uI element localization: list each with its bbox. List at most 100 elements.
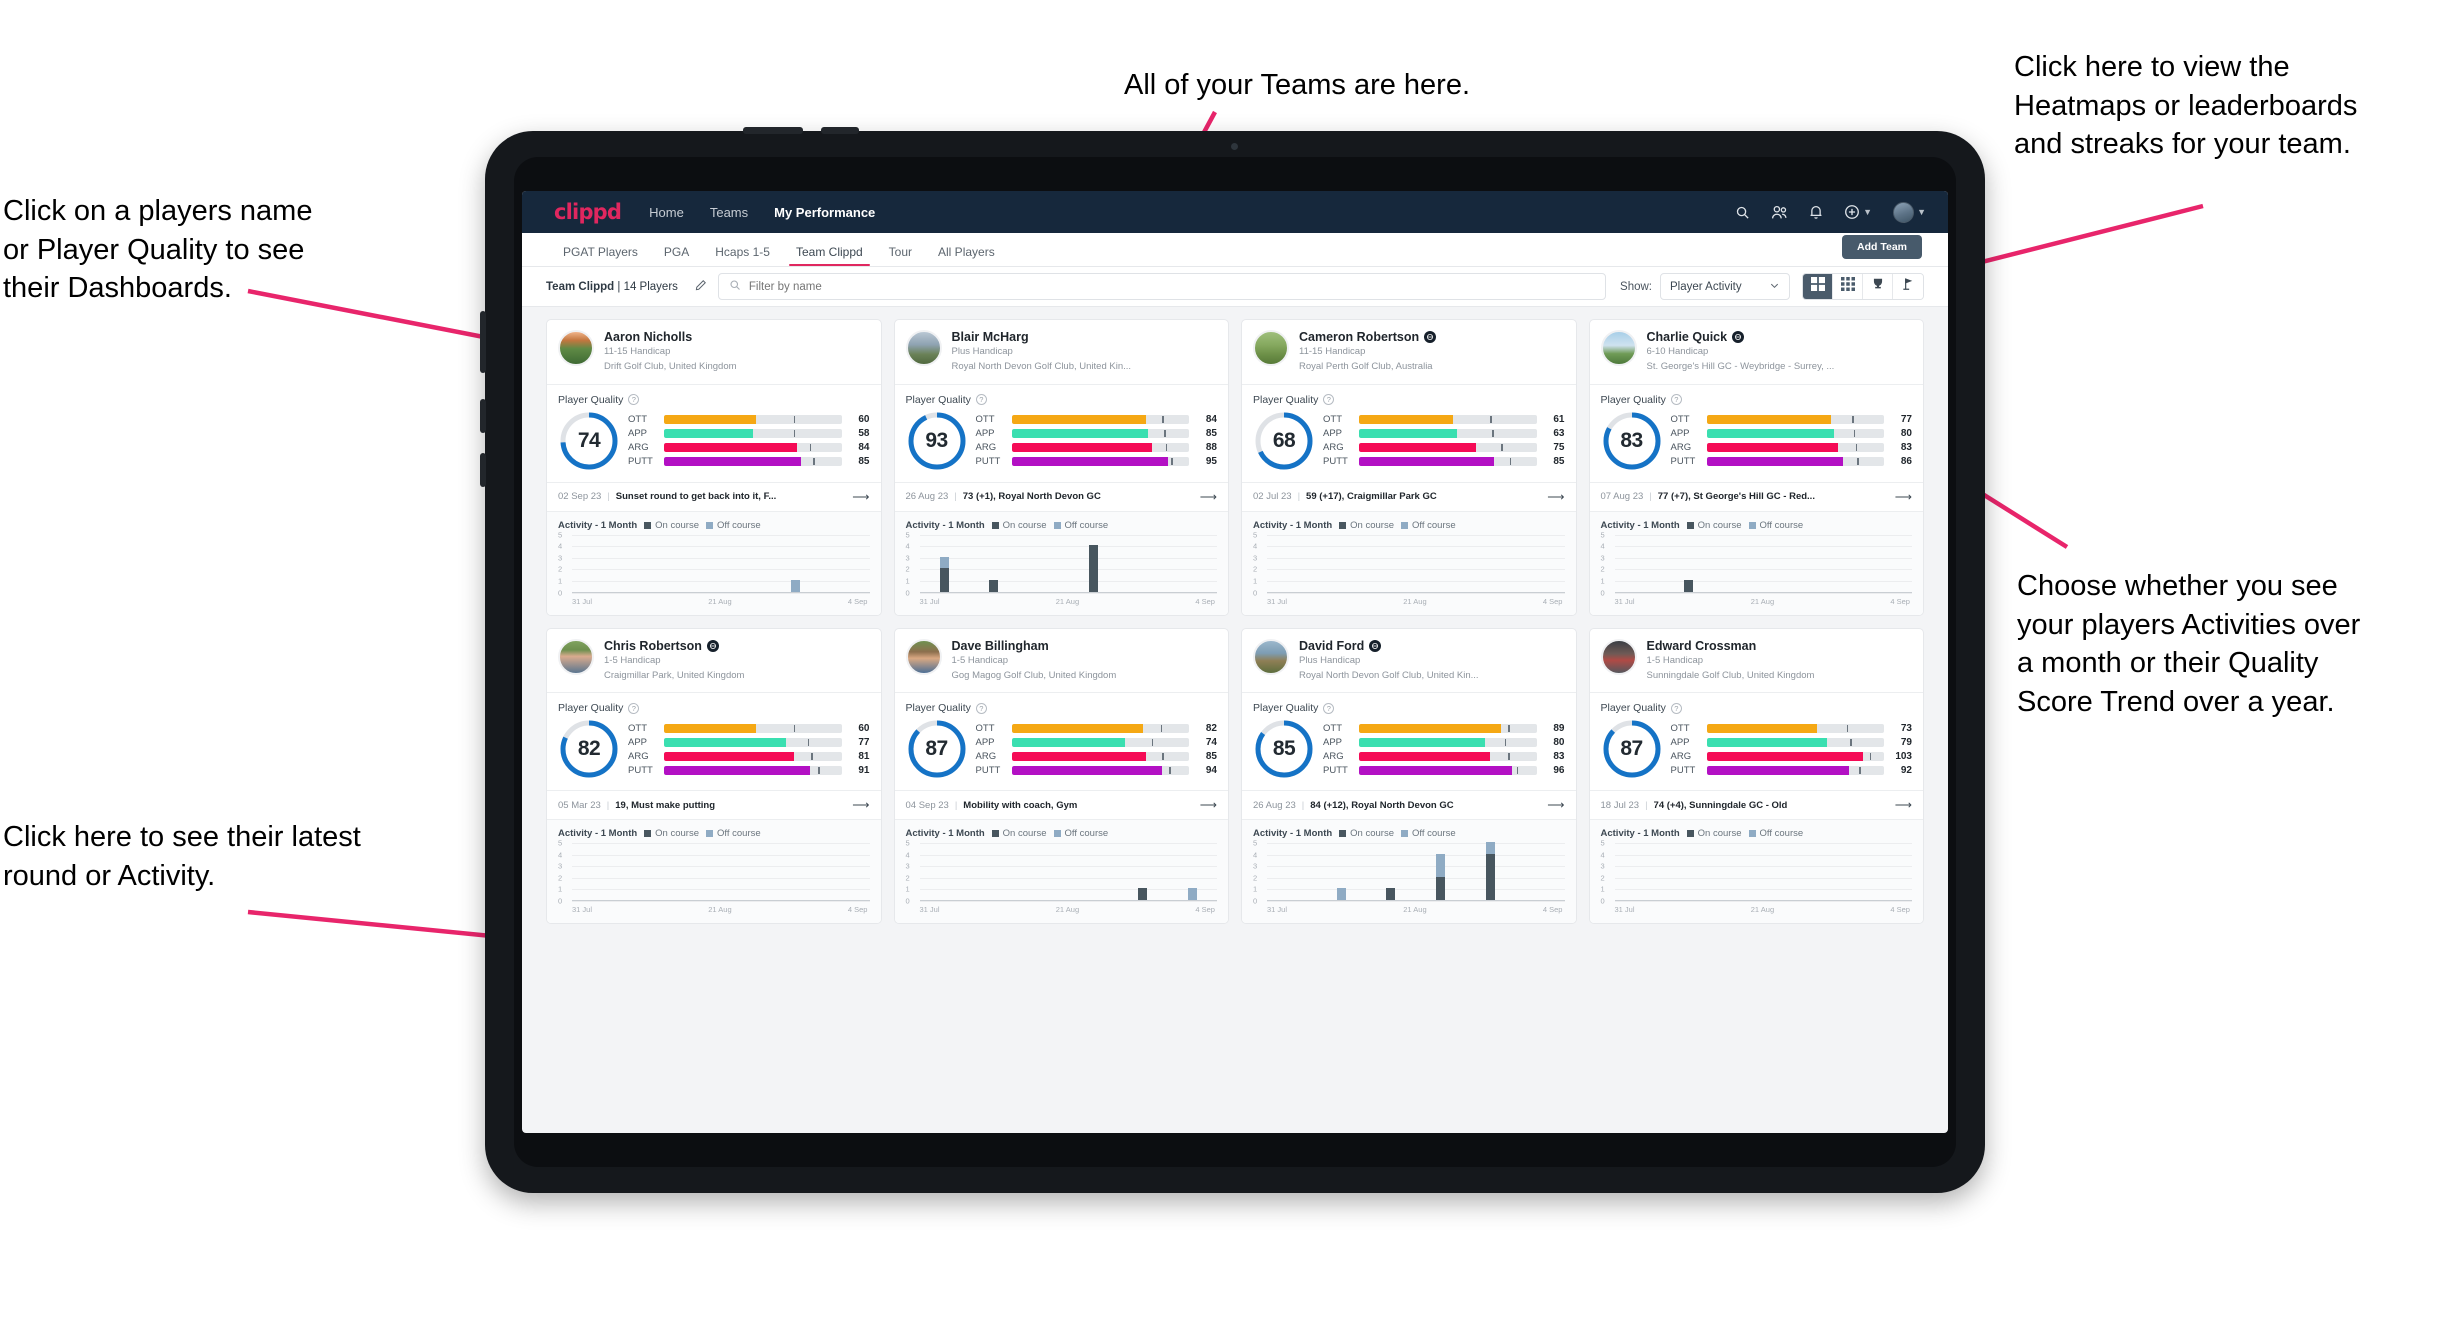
metric-bar-fill xyxy=(1706,457,1844,466)
metric-bar-track xyxy=(664,429,842,438)
activity-bar-slot xyxy=(622,535,672,592)
view-flag-button[interactable] xyxy=(1893,274,1923,299)
people-icon[interactable] xyxy=(1771,205,1788,220)
help-icon[interactable]: ? xyxy=(628,702,640,714)
arrow-right-icon[interactable]: ⟶ xyxy=(852,490,869,504)
device-button-left-1 xyxy=(480,311,486,373)
player-card[interactable]: Charlie Quick 6-10 Handicap St. George's H… xyxy=(1588,319,1924,616)
edit-team-button[interactable] xyxy=(688,274,714,300)
latest-round-row[interactable]: 07 Aug 23 | 77 (+7), St George's Hill GC -… xyxy=(1589,481,1923,511)
clippd-logo[interactable]: clippd xyxy=(554,200,622,224)
latest-round-row[interactable]: 02 Sep 23 | Sunset round to get back into … xyxy=(547,481,881,511)
arrow-right-icon[interactable]: ⟶ xyxy=(1895,490,1912,504)
gridline xyxy=(1267,592,1565,594)
tab-all-players[interactable]: All Players xyxy=(925,245,1008,266)
plus-circle-icon[interactable]: ▼ xyxy=(1844,204,1872,220)
view-grid-large-button[interactable] xyxy=(1803,274,1833,299)
nav-link-my-performance[interactable]: My Performance xyxy=(774,205,875,220)
arrow-right-icon[interactable]: ⟶ xyxy=(1895,798,1912,812)
player-card[interactable]: Chris Robertson 1-5 Handicap Craigmillar P… xyxy=(546,627,882,924)
activity-bars-area xyxy=(920,843,1218,900)
player-card[interactable]: David Ford Plus Handicap Royal North Devon… xyxy=(1241,627,1577,924)
player-quality-section[interactable]: Player Quality? 87 OTT 73 APP 79 ARG 103 PUTT 92 xyxy=(1589,692,1923,790)
search-icon[interactable] xyxy=(1735,205,1750,220)
help-icon[interactable]: ? xyxy=(975,394,987,405)
player-card[interactable]: Blair McHarg Plus Handicap Royal North Dev… xyxy=(893,319,1229,616)
player-name[interactable]: Chris Robertson xyxy=(604,639,744,653)
search-field[interactable] xyxy=(717,273,1607,300)
player-quality-section[interactable]: Player Quality? 82 OTT 60 APP 77 ARG 81 PUTT 91 xyxy=(547,692,881,790)
latest-round-text: Mobility with coach, Gym xyxy=(963,799,1078,811)
metric-bar-fill xyxy=(1706,723,1817,733)
x-axis-tick-label: 4 Sep xyxy=(1195,905,1215,914)
help-icon[interactable]: ? xyxy=(975,702,987,714)
legend-swatch-off-course-icon xyxy=(1053,521,1061,529)
player-name[interactable]: Aaron Nicholls xyxy=(604,330,737,344)
latest-round-date: 02 Jul 23 xyxy=(1253,491,1292,502)
tab-pga[interactable]: PGA xyxy=(651,245,702,266)
metric-bar-row: OTT 89 xyxy=(1323,723,1565,734)
legend-off-course-label: Off course xyxy=(717,828,761,839)
player-card[interactable]: Dave Billingham 1-5 Handicap Gog Magog Gol… xyxy=(893,627,1229,924)
activity-bars-area xyxy=(1267,842,1565,900)
player-name[interactable]: Blair McHarg xyxy=(952,330,1132,344)
player-name[interactable]: Dave Billingham xyxy=(952,639,1117,653)
activity-bar-slot xyxy=(1317,843,1367,900)
avatar[interactable]: ▼ xyxy=(1893,201,1926,223)
metric-bar-benchmark-tick xyxy=(1165,444,1168,451)
help-icon[interactable]: ? xyxy=(628,394,640,405)
player-name[interactable]: David Ford xyxy=(1299,639,1479,653)
player-handicap: 6-10 Handicap xyxy=(1646,346,1709,357)
player-card[interactable]: Cameron Robertson 11-15 Handicap Royal Per… xyxy=(1241,319,1577,616)
metric-bar-row: PUTT 95 xyxy=(976,456,1218,467)
show-select[interactable]: Player Activity xyxy=(1660,273,1790,300)
player-name[interactable]: Charlie Quick xyxy=(1647,330,1835,344)
latest-round-row[interactable]: 26 Aug 23 | 73 (+1), Royal North Devon GC ⟶ xyxy=(894,481,1228,511)
player-card[interactable]: Aaron Nicholls 11-15 Handicap Drift Golf C… xyxy=(546,319,882,616)
player-name[interactable]: Edward Crossman xyxy=(1647,639,1815,653)
search-input[interactable] xyxy=(748,280,1596,293)
gridline xyxy=(1614,592,1912,594)
nav-link-home[interactable]: Home xyxy=(649,205,684,220)
arrow-right-icon[interactable]: ⟶ xyxy=(1547,490,1564,504)
player-quality-section[interactable]: Player Quality? 85 OTT 89 APP 80 ARG 83 PUTT 96 xyxy=(1242,692,1576,790)
latest-round-row[interactable]: 05 Mar 23 | 19, Must make putting ⟶ xyxy=(547,790,881,819)
activity-bar-slot xyxy=(1664,843,1714,900)
chevron-down-icon-profile[interactable]: ▼ xyxy=(1917,207,1926,217)
view-trophy-button[interactable] xyxy=(1863,274,1893,299)
latest-round-row[interactable]: 04 Sep 23 | Mobility with coach, Gym ⟶ xyxy=(894,790,1228,819)
view-grid-small-button[interactable] xyxy=(1833,274,1863,299)
x-axis-tick-label: 31 Jul xyxy=(1614,596,1635,606)
player-quality-section[interactable]: Player Quality? 74 OTT 60 APP 58 ARG 84 PUTT 85 xyxy=(547,383,881,482)
player-quality-section[interactable]: Player Quality? 68 OTT 61 APP 63 ARG 75 PUTT 85 xyxy=(1242,383,1576,482)
help-icon[interactable]: ? xyxy=(1670,702,1682,714)
metric-bar-track xyxy=(1359,723,1537,733)
bell-icon[interactable] xyxy=(1809,204,1823,220)
tab-hcaps-1-5[interactable]: Hcaps 1-5 xyxy=(702,245,783,266)
help-icon[interactable]: ? xyxy=(1670,394,1682,405)
tab-team-clippd[interactable]: Team Clippd xyxy=(783,245,876,266)
tab-pgat-players[interactable]: PGAT Players xyxy=(550,245,651,266)
player-name[interactable]: Cameron Robertson xyxy=(1299,330,1437,344)
latest-round-row[interactable]: 26 Aug 23 | 84 (+12), Royal North Devon GC… xyxy=(1242,790,1576,819)
help-icon[interactable]: ? xyxy=(1323,702,1335,714)
metric-bar-row: ARG 85 xyxy=(976,751,1218,762)
add-team-button[interactable]: Add Team xyxy=(1842,235,1922,259)
arrow-right-icon[interactable]: ⟶ xyxy=(852,798,869,812)
arrow-right-icon[interactable]: ⟶ xyxy=(1547,798,1564,812)
tab-tour[interactable]: Tour xyxy=(876,245,925,266)
arrow-right-icon[interactable]: ⟶ xyxy=(1200,490,1217,504)
metric-bar-row: APP 58 xyxy=(628,428,870,439)
player-quality-section[interactable]: Player Quality? 87 OTT 82 APP 74 ARG 85 PUTT 94 xyxy=(894,692,1228,790)
latest-round-row[interactable]: 02 Jul 23 | 59 (+17), Craigmillar Park GC ⟶ xyxy=(1242,481,1576,511)
chevron-down-icon-add[interactable]: ▼ xyxy=(1863,207,1872,217)
arrow-right-icon[interactable]: ⟶ xyxy=(1200,798,1217,812)
legend-off-course-label: Off course xyxy=(1759,828,1804,839)
latest-round-row[interactable]: 18 Jul 23 | 74 (+4), Sunningdale GC - Old ⟶ xyxy=(1589,790,1923,819)
player-card[interactable]: Edward Crossman 1-5 Handicap Sunningdale G… xyxy=(1588,627,1924,924)
player-quality-section[interactable]: Player Quality? 93 OTT 84 APP 85 ARG 88 PUTT 95 xyxy=(894,383,1228,482)
activity-chart-title: Activity - 1 Month xyxy=(1600,519,1680,531)
player-quality-section[interactable]: Player Quality? 83 OTT 77 APP 80 ARG 83 PUTT 86 xyxy=(1589,383,1923,482)
help-icon[interactable]: ? xyxy=(1323,394,1335,405)
nav-link-teams[interactable]: Teams xyxy=(710,205,748,220)
